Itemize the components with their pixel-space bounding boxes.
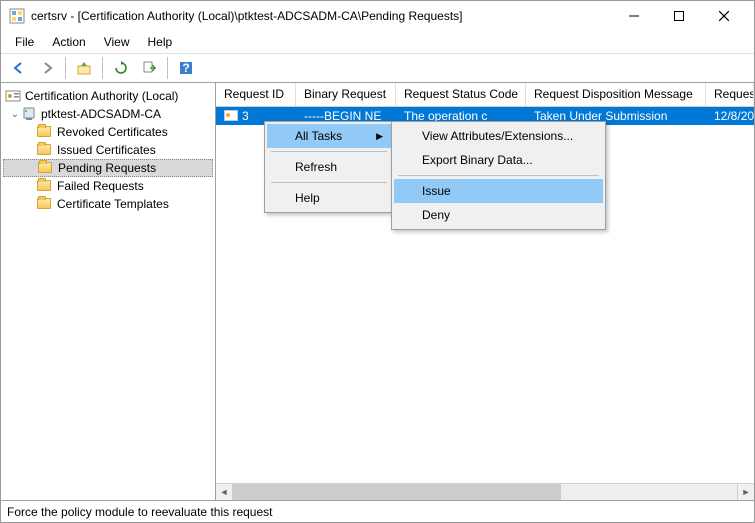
menu-label: Help — [295, 191, 320, 205]
submenu-all-tasks: View Attributes/Extensions... Export Bin… — [391, 121, 606, 230]
status-text: Force the policy module to reevaluate th… — [7, 505, 272, 519]
certificate-icon — [224, 110, 238, 122]
export-button[interactable] — [137, 56, 161, 80]
back-button[interactable] — [7, 56, 31, 80]
menu-refresh[interactable]: Refresh — [267, 155, 391, 179]
list-body[interactable]: 3 -----BEGIN NE The operation c Taken Un… — [216, 107, 754, 483]
ca-root-icon — [5, 88, 21, 104]
tree-label: Failed Requests — [57, 179, 144, 193]
menu-deny[interactable]: Deny — [394, 203, 603, 227]
menubar: File Action View Help — [1, 31, 754, 53]
tree-label: Issued Certificates — [57, 143, 156, 157]
toolbar-separator — [102, 57, 103, 79]
main-area: Certification Authority (Local) ⌄ ptktes… — [1, 83, 754, 500]
refresh-button[interactable] — [109, 56, 133, 80]
list-pane: Request ID Binary Request Request Status… — [216, 83, 754, 500]
menu-export-binary[interactable]: Export Binary Data... — [394, 148, 603, 172]
menu-issue[interactable]: Issue — [394, 179, 603, 203]
menu-label: All Tasks — [295, 129, 342, 143]
toolbar-separator — [65, 57, 66, 79]
tree-templates[interactable]: Certificate Templates — [3, 195, 213, 213]
scroll-thumb[interactable] — [233, 484, 561, 500]
svg-text:?: ? — [182, 61, 189, 75]
col-status-code[interactable]: Request Status Code — [396, 83, 526, 106]
toolbar: ? — [1, 53, 754, 83]
server-icon — [21, 106, 37, 122]
col-disposition[interactable]: Request Disposition Message — [526, 83, 706, 106]
folder-icon — [37, 142, 53, 158]
cell-date: 12/8/20 — [706, 108, 754, 124]
toolbar-separator — [167, 57, 168, 79]
tree-revoked[interactable]: Revoked Certificates — [3, 123, 213, 141]
window-title: certsrv - [Certification Authority (Loca… — [31, 9, 611, 23]
col-request-id[interactable]: Request ID — [216, 83, 296, 106]
tree-label: Certification Authority (Local) — [25, 89, 178, 103]
list-header: Request ID Binary Request Request Status… — [216, 83, 754, 107]
menu-all-tasks[interactable]: All Tasks ▶ View Attributes/Extensions..… — [267, 124, 391, 148]
titlebar: certsrv - [Certification Authority (Loca… — [1, 1, 754, 31]
window-controls — [611, 1, 746, 31]
help-button[interactable]: ? — [174, 56, 198, 80]
menu-help[interactable]: Help — [140, 33, 181, 51]
tree-pane[interactable]: Certification Authority (Local) ⌄ ptktes… — [1, 83, 216, 500]
horizontal-scrollbar[interactable]: ◄ ► — [216, 483, 754, 500]
menu-label: Export Binary Data... — [422, 153, 533, 167]
statusbar: Force the policy module to reevaluate th… — [1, 500, 754, 522]
menu-action[interactable]: Action — [44, 33, 93, 51]
tree-issued[interactable]: Issued Certificates — [3, 141, 213, 159]
chevron-right-icon: ▶ — [376, 131, 383, 142]
tree-label: ptktest-ADCSADM-CA — [41, 107, 161, 121]
scroll-right-button[interactable]: ► — [737, 484, 754, 500]
tree-label: Revoked Certificates — [57, 125, 168, 139]
menu-label: Deny — [422, 208, 450, 222]
folder-icon — [38, 160, 54, 176]
context-menu: All Tasks ▶ View Attributes/Extensions..… — [264, 121, 394, 213]
col-binary-request[interactable]: Binary Request — [296, 83, 396, 106]
menu-separator — [271, 151, 387, 152]
scroll-left-button[interactable]: ◄ — [216, 484, 233, 500]
folder-icon — [37, 196, 53, 212]
chevron-down-icon[interactable]: ⌄ — [9, 109, 21, 120]
tree-label: Pending Requests — [58, 161, 156, 175]
forward-button[interactable] — [35, 56, 59, 80]
menu-separator — [398, 175, 599, 176]
minimize-button[interactable] — [611, 1, 656, 31]
up-button[interactable] — [72, 56, 96, 80]
menu-view[interactable]: View — [96, 33, 138, 51]
tree-ca[interactable]: ⌄ ptktest-ADCSADM-CA — [3, 105, 213, 123]
scroll-track[interactable] — [233, 484, 737, 500]
folder-icon — [37, 178, 53, 194]
col-requester[interactable]: Request — [706, 83, 754, 106]
close-button[interactable] — [701, 1, 746, 31]
menu-label: View Attributes/Extensions... — [422, 129, 573, 143]
app-icon — [9, 8, 25, 24]
tree-root[interactable]: Certification Authority (Local) — [3, 87, 213, 105]
menu-file[interactable]: File — [7, 33, 42, 51]
maximize-button[interactable] — [656, 1, 701, 31]
cell-id: 3 — [242, 109, 249, 123]
tree-failed[interactable]: Failed Requests — [3, 177, 213, 195]
menu-label: Issue — [422, 184, 451, 198]
menu-separator — [271, 182, 387, 183]
tree-label: Certificate Templates — [57, 197, 169, 211]
menu-view-attributes[interactable]: View Attributes/Extensions... — [394, 124, 603, 148]
menu-label: Refresh — [295, 160, 337, 174]
tree-pending[interactable]: Pending Requests — [3, 159, 213, 177]
menu-help[interactable]: Help — [267, 186, 391, 210]
folder-icon — [37, 124, 53, 140]
